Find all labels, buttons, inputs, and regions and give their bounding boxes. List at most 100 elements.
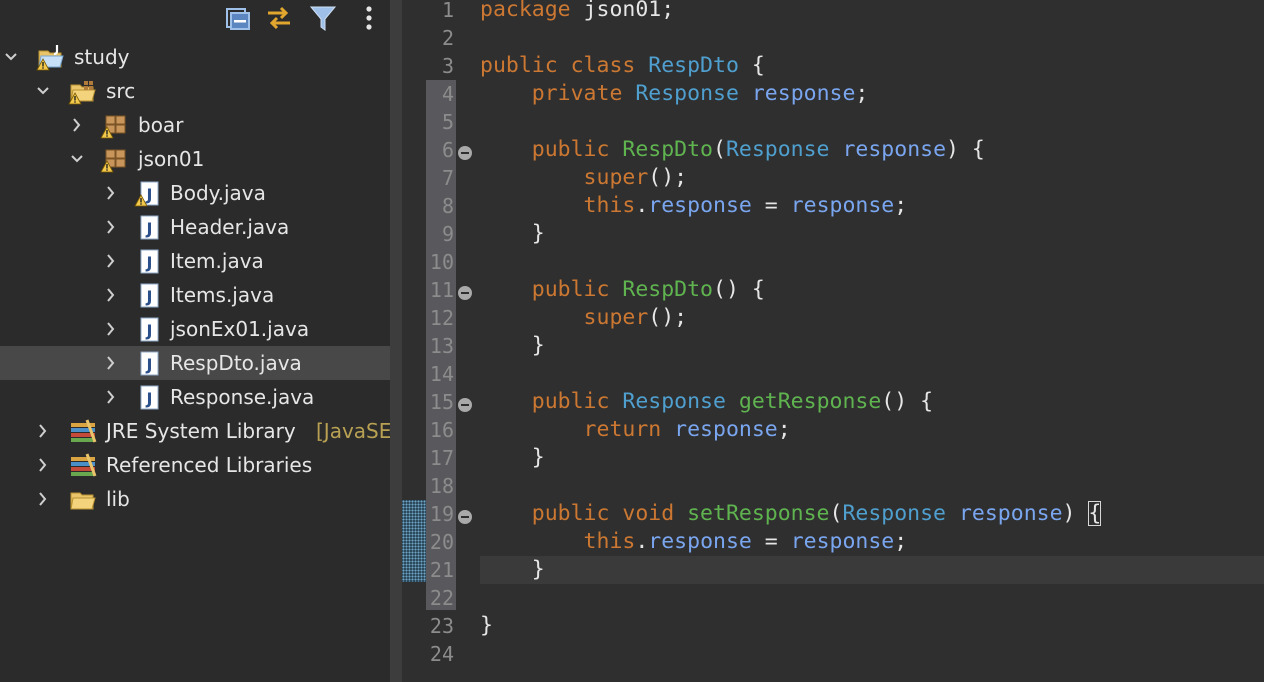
line-number: 14: [429, 362, 454, 386]
line-number: 21: [429, 558, 454, 582]
chevron-right-icon[interactable]: [104, 286, 118, 304]
code-token: RespDto: [648, 53, 739, 78]
tree-item[interactable]: Referenced Libraries: [0, 448, 390, 482]
tree-item[interactable]: json01: [0, 142, 390, 176]
code-token: =: [751, 529, 791, 554]
code-token: response: [674, 417, 778, 442]
code-token: ) {: [946, 137, 985, 162]
code-line[interactable]: return response;: [480, 417, 791, 442]
code-line[interactable]: this.response = response;: [480, 529, 908, 554]
svg-text:J: J: [146, 219, 153, 238]
tree-item[interactable]: J Header.java: [0, 210, 390, 244]
code-token: super: [480, 305, 649, 330]
code-token: ;: [777, 417, 791, 442]
chevron-down-icon[interactable]: [4, 48, 18, 66]
chevron-right-icon[interactable]: [104, 388, 118, 406]
code-line[interactable]: }: [480, 221, 545, 246]
collapse-all-icon[interactable]: [222, 3, 252, 33]
java-file-icon: J: [140, 283, 159, 308]
chevron-right-icon[interactable]: [104, 252, 118, 270]
code-token: response: [751, 81, 856, 106]
tree-item[interactable]: study: [0, 40, 390, 74]
chevron-right-icon[interactable]: [36, 456, 50, 474]
code-line[interactable]: public RespDto(Response response) {: [480, 137, 985, 162]
package-icon: [100, 115, 126, 139]
line-number: 3: [441, 54, 454, 78]
filter-icon[interactable]: [308, 3, 338, 33]
chevron-right-icon[interactable]: [36, 422, 50, 440]
line-number: 23: [429, 614, 454, 638]
code-line[interactable]: public RespDto() {: [480, 277, 765, 302]
code-token: }: [480, 333, 545, 358]
more-options-icon[interactable]: [354, 3, 384, 33]
code-line[interactable]: public void setResponse(Response respons…: [480, 501, 1102, 526]
code-token: response: [790, 193, 895, 218]
code-line[interactable]: super();: [480, 305, 688, 330]
code-line[interactable]: this.response = response;: [480, 193, 908, 218]
code-token: ();: [648, 305, 688, 330]
tree-item[interactable]: JjsonEx01.java: [0, 312, 390, 346]
line-number: 12: [429, 306, 454, 330]
view-splitter[interactable]: [390, 0, 402, 682]
code-token: }: [480, 613, 493, 638]
code-token: () {: [881, 389, 934, 414]
java-file-icon: J: [140, 385, 159, 410]
code-token: ;: [894, 529, 908, 554]
code-token: public: [480, 137, 623, 162]
svg-text:J: J: [146, 287, 153, 306]
fold-toggle-icon[interactable]: [458, 146, 472, 160]
svg-text:J: J: [146, 185, 153, 204]
tree-item[interactable]: boar: [0, 108, 390, 142]
java-file-icon: J: [140, 249, 159, 274]
chevron-down-icon[interactable]: [36, 82, 50, 100]
chevron-down-icon[interactable]: [70, 150, 84, 168]
chevron-right-icon[interactable]: [36, 490, 50, 508]
code-line[interactable]: private Response response;: [480, 81, 869, 106]
tree-item[interactable]: src: [0, 74, 390, 108]
code-line[interactable]: }: [480, 445, 545, 470]
code-token: json01;: [583, 0, 675, 22]
tree-item[interactable]: J Response.java: [0, 380, 390, 414]
code-editor[interactable]: 1 2 3 4 5 6 7 8 9 10 11 12 13 14 15 16 17 18 19 20 21 22 23 24 …: [402, 0, 1264, 682]
code-token: public: [480, 277, 623, 302]
line-number: 10: [429, 250, 454, 274]
chevron-right-icon[interactable]: [104, 184, 118, 202]
chevron-right-icon[interactable]: [104, 320, 118, 338]
code-line[interactable]: package json01;: [480, 0, 674, 22]
library-icon: [71, 453, 97, 477]
link-with-editor-icon[interactable]: [264, 3, 294, 33]
tree-item[interactable]: J Items.java: [0, 278, 390, 312]
fold-toggle-icon[interactable]: [458, 286, 472, 300]
line-number: 22: [429, 586, 454, 610]
tree-item[interactable]: J Item.java: [0, 244, 390, 278]
chevron-right-icon[interactable]: [104, 354, 118, 372]
tree-item[interactable]: lib: [0, 482, 390, 516]
fold-toggle-icon[interactable]: [458, 398, 472, 412]
tree-item[interactable]: J Body.java: [0, 176, 390, 210]
code-token: }: [480, 557, 545, 582]
java-project-icon: [36, 45, 64, 71]
code-line[interactable]: }: [480, 557, 545, 582]
code-line[interactable]: public Response getResponse() {: [480, 389, 933, 414]
chevron-right-icon[interactable]: [70, 116, 84, 134]
line-number: 4: [441, 82, 454, 106]
code-token: response: [648, 529, 752, 554]
code-token: {: [1088, 501, 1102, 526]
code-token: (: [829, 501, 843, 526]
code-token: {: [738, 53, 765, 78]
code-token: }: [480, 221, 545, 246]
code-token: Response: [842, 501, 947, 526]
fold-toggle-icon[interactable]: [458, 510, 472, 524]
tree-item[interactable]: JRE System Library [JavaSE: [0, 414, 390, 448]
tree-item[interactable]: J RespDto.java: [0, 346, 390, 380]
code-token: package: [480, 0, 584, 22]
code-line[interactable]: }: [480, 613, 493, 638]
code-line[interactable]: }: [480, 333, 545, 358]
code-token: ();: [648, 165, 688, 190]
chevron-right-icon[interactable]: [104, 218, 118, 236]
code-line[interactable]: public class RespDto {: [480, 53, 765, 78]
code-token: RespDto: [622, 277, 713, 302]
code-line[interactable]: super();: [480, 165, 688, 190]
